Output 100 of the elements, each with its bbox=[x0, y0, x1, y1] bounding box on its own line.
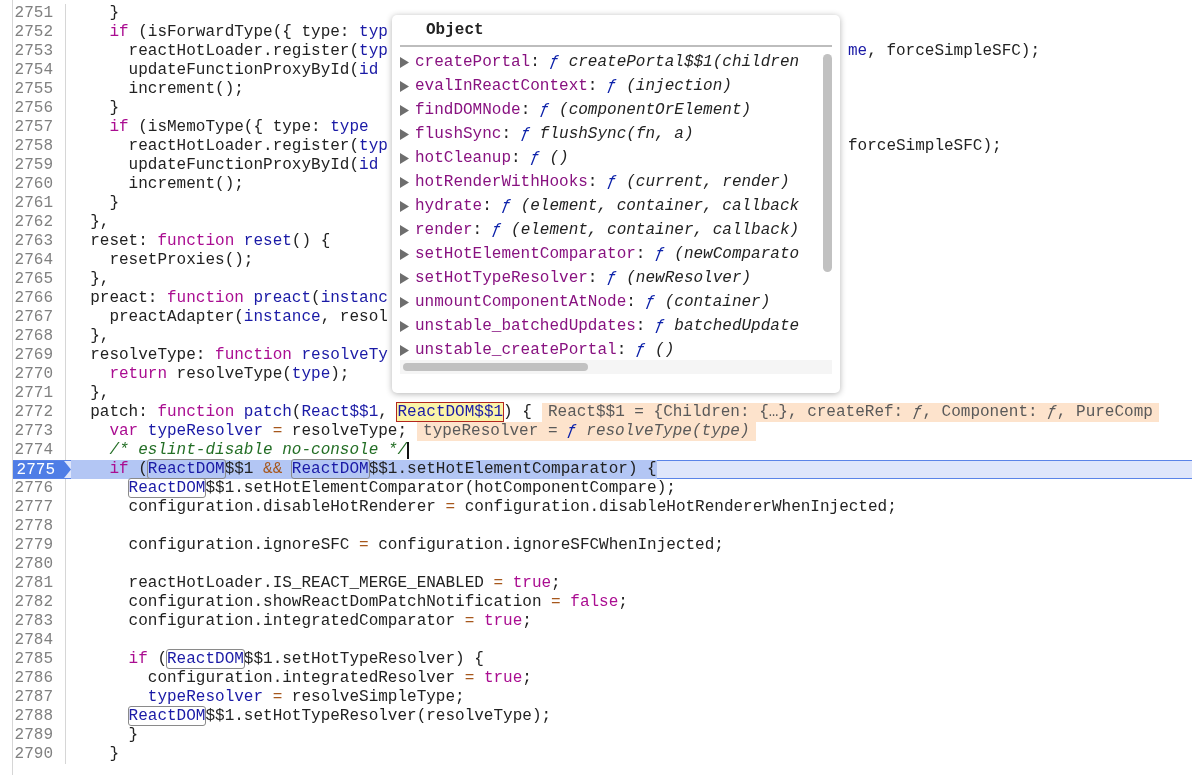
line-number[interactable]: 2790 bbox=[13, 745, 66, 764]
line-number[interactable]: 2757 bbox=[13, 118, 66, 137]
line-number[interactable]: 2772 bbox=[13, 403, 66, 422]
code-line: ReactDOM$$1.setHotElementComparator(hotComponentCompare); bbox=[127, 479, 676, 498]
code-line: } bbox=[108, 4, 119, 23]
property-row[interactable]: evalInReactContext: ƒ (injection) bbox=[400, 74, 821, 98]
line-number[interactable]: 2761 bbox=[13, 194, 66, 213]
property-row[interactable]: unmountComponentAtNode: ƒ (container) bbox=[400, 290, 821, 314]
code-line: }, bbox=[89, 270, 110, 289]
line-number[interactable]: 2760 bbox=[13, 175, 66, 194]
code-line: preactAdapter(instance, resol bbox=[108, 308, 388, 327]
line-number[interactable]: 2781 bbox=[13, 574, 66, 593]
expand-triangle-icon bbox=[400, 56, 409, 68]
inline-value: typeResolver = ƒ resolveType(type) bbox=[417, 422, 756, 441]
line-number[interactable]: 2764 bbox=[13, 251, 66, 270]
property-row[interactable]: hotRenderWithHooks: ƒ (current, render) bbox=[400, 170, 821, 194]
property-row[interactable]: createPortal: ƒ createPortal$$1(children bbox=[400, 50, 821, 74]
property-row[interactable]: unstable_createPortal: ƒ () bbox=[400, 338, 821, 360]
expand-triangle-icon bbox=[400, 200, 409, 212]
code-line: } bbox=[108, 745, 119, 764]
expand-triangle-icon bbox=[400, 104, 409, 116]
code-line: } bbox=[108, 99, 119, 118]
vertical-scrollbar[interactable] bbox=[823, 54, 832, 272]
line-number[interactable]: 2752 bbox=[13, 23, 66, 42]
property-row[interactable]: unstable_batchedUpdates: ƒ batchedUpdate bbox=[400, 314, 821, 338]
expand-triangle-icon bbox=[400, 176, 409, 188]
line-number[interactable]: 2775 bbox=[13, 461, 71, 478]
code-line: reactHotLoader.register(typ bbox=[127, 42, 388, 61]
property-row[interactable]: hydrate: ƒ (element, container, callback bbox=[400, 194, 821, 218]
code-line: forceSimpleSFC); bbox=[848, 137, 1002, 156]
line-number[interactable]: 2787 bbox=[13, 688, 66, 707]
line-number[interactable]: 2782 bbox=[13, 593, 66, 612]
code-line: typeResolver = resolveSimpleType; bbox=[146, 688, 465, 707]
code-line: return resolveType(type); bbox=[108, 365, 350, 384]
code-line: configuration.disableHotRenderer = configuration.disableHotRendererWhenInjected; bbox=[127, 498, 897, 517]
line-number[interactable]: 2756 bbox=[13, 99, 66, 118]
text-caret bbox=[407, 442, 410, 459]
property-row[interactable]: setHotTypeResolver: ƒ (newResolver) bbox=[400, 266, 821, 290]
code-line: if (ReactDOM$$1.setHotTypeResolver) { bbox=[127, 650, 484, 669]
expand-triangle-icon bbox=[400, 272, 409, 284]
line-number[interactable]: 2777 bbox=[13, 498, 66, 517]
code-line: configuration.showReactDomPatchNotification = false; bbox=[127, 593, 628, 612]
line-number[interactable]: 2763 bbox=[13, 232, 66, 251]
line-number[interactable]: 2765 bbox=[13, 270, 66, 289]
code-line: preact: function preact(instanc bbox=[89, 289, 388, 308]
line-number[interactable]: 2769 bbox=[13, 346, 66, 365]
expand-triangle-icon bbox=[400, 128, 409, 140]
expand-triangle-icon bbox=[400, 296, 409, 308]
line-number[interactable]: 2789 bbox=[13, 726, 66, 745]
line-number[interactable]: 2766 bbox=[13, 289, 66, 308]
expand-triangle-icon bbox=[400, 344, 409, 356]
line-number[interactable]: 2768 bbox=[13, 327, 66, 346]
code-line: reactHotLoader.register(typ bbox=[127, 137, 388, 156]
line-number[interactable]: 2762 bbox=[13, 213, 66, 232]
code-line: }, bbox=[89, 384, 110, 403]
line-number[interactable]: 2751 bbox=[13, 4, 66, 23]
code-line: reset: function reset() { bbox=[89, 232, 331, 251]
property-row[interactable]: findDOMNode: ƒ (componentOrElement) bbox=[400, 98, 821, 122]
line-number[interactable]: 2755 bbox=[13, 80, 66, 99]
line-number[interactable]: 2753 bbox=[13, 42, 66, 61]
code-line: reactHotLoader.IS_REACT_MERGE_ENABLED = true; bbox=[127, 574, 561, 593]
line-number[interactable]: 2786 bbox=[13, 669, 66, 688]
expand-triangle-icon bbox=[400, 248, 409, 260]
line-number[interactable]: 2776 bbox=[13, 479, 66, 498]
line-number[interactable]: 2778 bbox=[13, 517, 66, 536]
property-row[interactable]: render: ƒ (element, container, callback) bbox=[400, 218, 821, 242]
line-number[interactable]: 2767 bbox=[13, 308, 66, 327]
line-number[interactable]: 2773 bbox=[13, 422, 66, 441]
expand-triangle-icon bbox=[400, 80, 409, 92]
line-number[interactable]: 2754 bbox=[13, 61, 66, 80]
popover-title: Object bbox=[426, 20, 484, 41]
line-number[interactable]: 2770 bbox=[13, 365, 66, 384]
expand-triangle-icon bbox=[400, 152, 409, 164]
code-line: } bbox=[108, 194, 119, 213]
horizontal-scrollbar[interactable] bbox=[403, 363, 588, 371]
expand-triangle-icon bbox=[400, 320, 409, 332]
code-line: if (isMemoType({ type: type bbox=[108, 118, 369, 137]
code-line: updateFunctionProxyById(id bbox=[127, 61, 379, 80]
code-line: /* eslint-disable no-console */ bbox=[108, 441, 408, 460]
property-row[interactable]: hotCleanup: ƒ () bbox=[400, 146, 821, 170]
line-number[interactable]: 2779 bbox=[13, 536, 66, 555]
line-number[interactable]: 2759 bbox=[13, 156, 66, 175]
line-number[interactable]: 2783 bbox=[13, 612, 66, 631]
line-number[interactable]: 2771 bbox=[13, 384, 66, 403]
expand-triangle-icon bbox=[400, 224, 409, 236]
code-line: resetProxies(); bbox=[108, 251, 254, 270]
line-number[interactable]: 2758 bbox=[13, 137, 66, 156]
code-line: var typeResolver = resolveType; bbox=[108, 422, 408, 441]
code-line: if (isForwardType({ type: typ bbox=[108, 23, 388, 42]
line-number[interactable]: 2788 bbox=[13, 707, 66, 726]
code-line: increment(); bbox=[127, 80, 244, 99]
line-number[interactable]: 2785 bbox=[13, 650, 66, 669]
line-number[interactable]: 2784 bbox=[13, 631, 66, 650]
line-number[interactable]: 2780 bbox=[13, 555, 66, 574]
property-row[interactable]: setHotElementComparator: ƒ (newComparato bbox=[400, 242, 821, 266]
code-line: resolveType: function resolveTy bbox=[89, 346, 388, 365]
code-line: increment(); bbox=[127, 175, 244, 194]
property-row[interactable]: flushSync: ƒ flushSync(fn, a) bbox=[400, 122, 821, 146]
code-line: updateFunctionProxyById(id bbox=[127, 156, 379, 175]
code-line: }, bbox=[89, 213, 110, 232]
